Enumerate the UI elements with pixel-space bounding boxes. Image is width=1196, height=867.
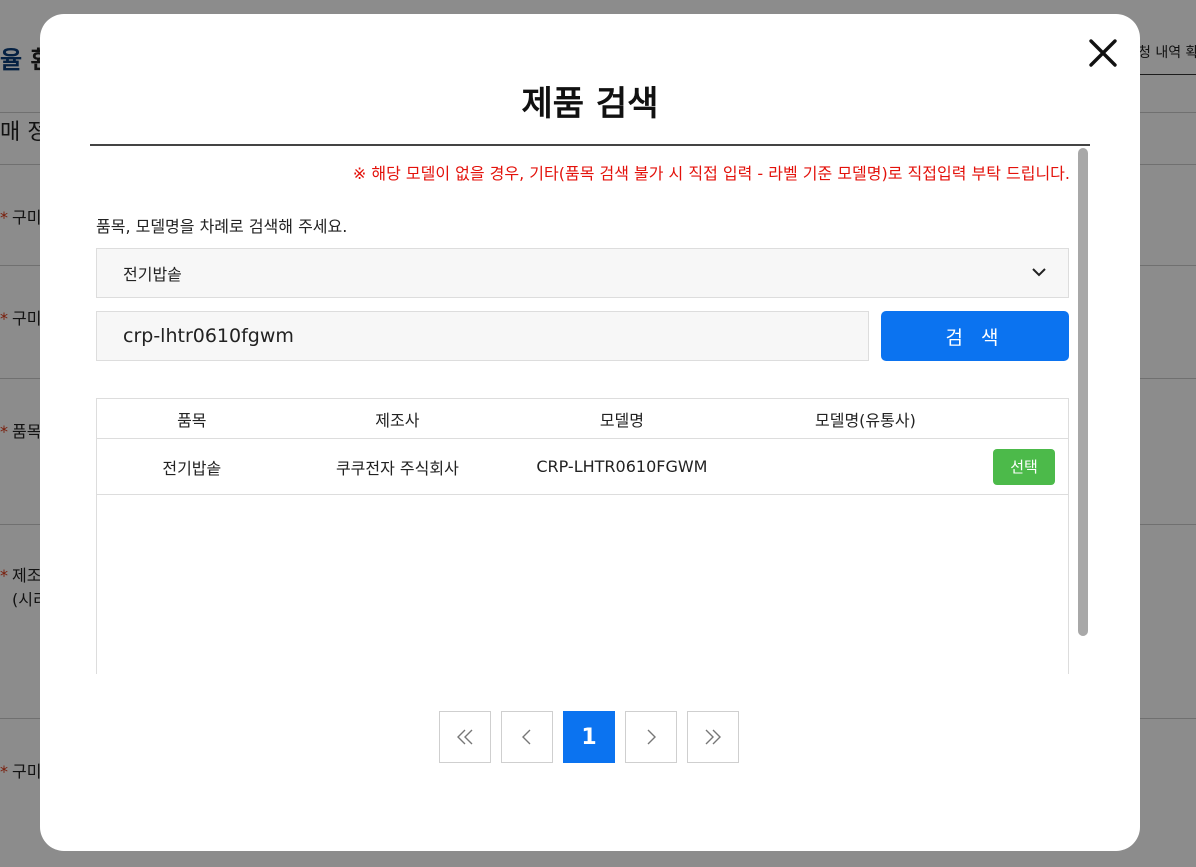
page-button-current[interactable]: 1 (563, 711, 615, 763)
notice-text: ※ 해당 모델이 없을 경우, 기타(품목 검색 불가 시 직접 입력 - 라벨… (352, 164, 1070, 183)
cell-model: CRP-LHTR0610FGWM (536, 457, 708, 476)
title-divider (90, 144, 1090, 146)
modal-title: 제품 검색 (521, 84, 659, 124)
header-maker: 제조사 (375, 410, 420, 430)
last-page-button[interactable] (687, 711, 739, 763)
search-button[interactable]: 검 색 (881, 311, 1069, 361)
select-button[interactable]: 선택 (993, 448, 1055, 485)
next-page-button[interactable] (625, 711, 677, 763)
double-chevron-right-icon (705, 729, 721, 745)
header-dist-model: 모델명(유통사) (815, 410, 916, 430)
close-icon[interactable] (1088, 38, 1118, 68)
cell-item: 전기밥솥 (162, 458, 222, 478)
chevron-down-icon (1030, 263, 1048, 281)
double-chevron-left-icon (457, 729, 473, 745)
table-row: 전기밥솥 쿠쿠전자 주식회사 CRP-LHTR0610FGWM 선택 (97, 439, 1068, 495)
result-table: 품목 제조사 모델명 모델명(유통사) 전기밥솥 쿠쿠전자 주식회사 CRP-L… (96, 398, 1069, 674)
table-header: 품목 제조사 모델명 모델명(유통사) (97, 399, 1068, 439)
category-select[interactable]: 전기밥솥 (96, 248, 1069, 298)
first-page-button[interactable] (439, 711, 491, 763)
prev-page-button[interactable] (501, 711, 553, 763)
category-select-value: 전기밥솥 (123, 265, 182, 284)
scrollbar-thumb[interactable] (1078, 148, 1088, 636)
cell-maker: 쿠쿠전자 주식회사 (335, 458, 459, 478)
header-model: 모델명 (599, 410, 644, 430)
chevron-left-icon (522, 729, 531, 745)
chevron-right-icon (647, 729, 656, 745)
model-search-input[interactable] (96, 311, 869, 361)
pagination: 1 (439, 711, 739, 763)
product-search-modal: 제품 검색 ※ 해당 모델이 없을 경우, 기타(품목 검색 불가 시 직접 입… (40, 14, 1140, 851)
header-item: 품목 (177, 410, 207, 430)
instruction-text: 품목, 모델명을 차례로 검색해 주세요. (96, 217, 348, 236)
